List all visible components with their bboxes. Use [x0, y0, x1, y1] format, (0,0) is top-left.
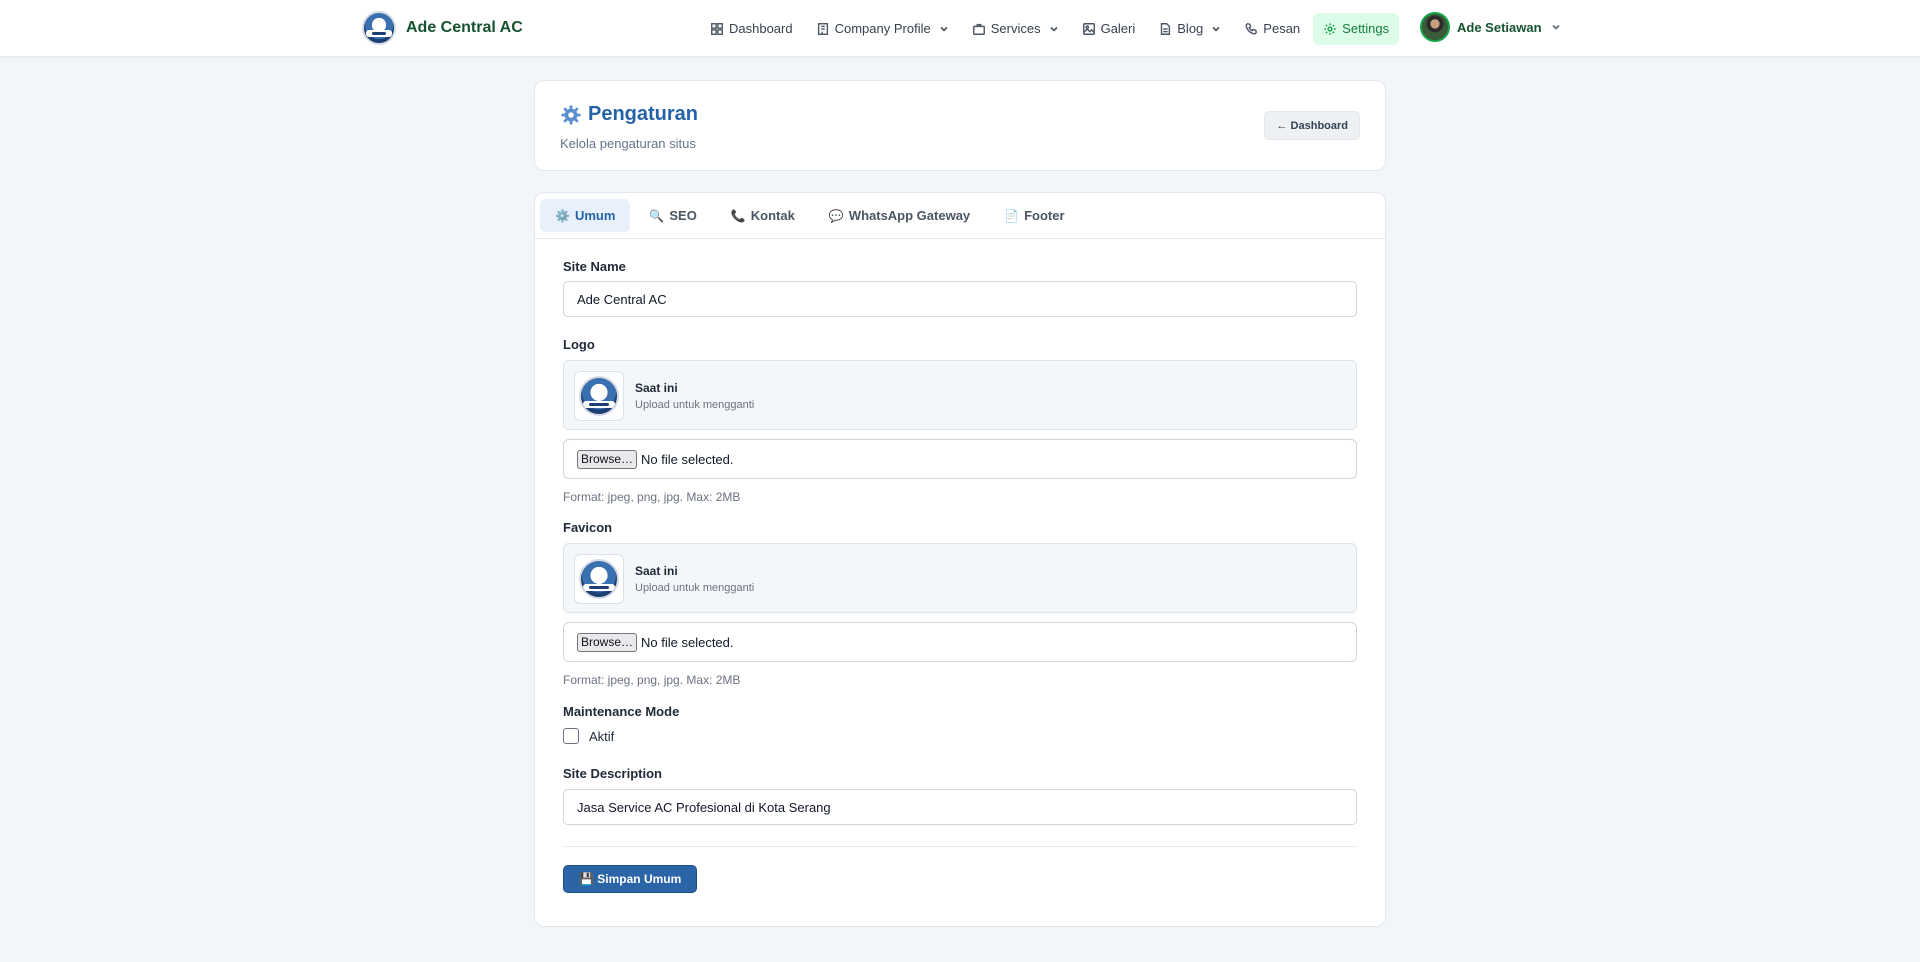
- site-description-label: Site Description: [563, 766, 662, 781]
- site-name-label: Site Name: [563, 259, 626, 274]
- favicon-file-input[interactable]: Browse… No file selected.: [563, 622, 1357, 662]
- settings-card: ⚙️ Umum 🔍 SEO 📞 Kontak 💬 WhatsApp Gatewa…: [534, 192, 1386, 927]
- nav-item-settings[interactable]: Settings: [1313, 12, 1400, 45]
- main-nav: Dashboard Company Profile Services Galer…: [700, 0, 1402, 57]
- document-icon: [1161, 22, 1171, 35]
- brand-name: Ade Central AC: [406, 19, 523, 36]
- nav-item-galeri[interactable]: Galeri: [1072, 13, 1146, 45]
- brand[interactable]: Ade Central AC: [362, 11, 523, 45]
- tab-label: WhatsApp Gateway: [848, 208, 971, 223]
- site-description-input[interactable]: Jasa Service AC Profesional di Kota Sera…: [563, 789, 1357, 825]
- page-title: Pengaturan: [560, 103, 698, 126]
- nav-item-label: Services: [990, 21, 1041, 36]
- favicon-format-hint: Format: jpeg, png, jpg. Max: 2MB: [563, 673, 741, 687]
- page-title-text: Pengaturan: [588, 103, 699, 125]
- settings-tabs: ⚙️ Umum 🔍 SEO 📞 Kontak 💬 WhatsApp Gatewa…: [535, 193, 1385, 239]
- phone-icon: [1245, 22, 1258, 35]
- maintenance-checkbox[interactable]: [563, 728, 579, 744]
- tab-label: SEO: [669, 208, 697, 223]
- gear-icon: [561, 104, 581, 125]
- tab-footer[interactable]: 📄 Footer: [989, 199, 1079, 232]
- page-subtitle: Kelola pengaturan situs: [560, 136, 696, 151]
- avatar: [1420, 12, 1450, 42]
- maintenance-checkbox-label: Aktif: [589, 728, 615, 744]
- favicon-browse-button[interactable]: Browse…: [577, 632, 638, 652]
- grid-icon: [711, 22, 723, 35]
- maintenance-toggle[interactable]: Aktif: [563, 728, 614, 744]
- favicon-thumbnail: [574, 554, 624, 604]
- site-name-value: Ade Central AC: [577, 291, 667, 307]
- site-description-value: Jasa Service AC Profesional di Kota Sera…: [577, 799, 831, 815]
- nav-item-blog[interactable]: Blog: [1148, 13, 1231, 45]
- user-menu[interactable]: Ade Setiawan: [1420, 12, 1561, 42]
- magnifier-icon: 🔍: [649, 208, 665, 223]
- chat-bubble-icon: 💬: [828, 208, 844, 223]
- image-icon: [1082, 22, 1095, 35]
- page-header-card: Pengaturan Kelola pengaturan situs ← Das…: [534, 80, 1386, 171]
- chevron-down-icon: [1050, 26, 1058, 32]
- phone-icon: 📞: [730, 208, 746, 223]
- building-icon: [817, 22, 828, 35]
- nav-item-services[interactable]: Services: [962, 13, 1069, 45]
- settings-icon: [1324, 22, 1336, 35]
- nav-item-dashboard[interactable]: Dashboard: [700, 13, 803, 45]
- logo-current-hint: Upload untuk mengganti: [635, 399, 755, 411]
- logo-format-hint: Format: jpeg, png, jpg. Max: 2MB: [563, 490, 741, 504]
- nav-item-label: Dashboard: [729, 21, 793, 36]
- favicon-file-status: No file selected.: [641, 634, 734, 650]
- logo-thumbnail: [574, 371, 624, 421]
- nav-item-label: Blog: [1177, 21, 1204, 36]
- favicon-current-hint: Upload untuk mengganti: [635, 582, 755, 594]
- chevron-down-icon: [940, 26, 948, 32]
- tab-umum[interactable]: ⚙️ Umum: [540, 199, 631, 232]
- gear-icon: ⚙️: [555, 208, 570, 223]
- logo-browse-button[interactable]: Browse…: [577, 449, 638, 469]
- logo-current-title: Saat ini: [635, 381, 678, 395]
- tab-whatsapp-gateway[interactable]: 💬 WhatsApp Gateway: [814, 199, 985, 232]
- top-navbar: Ade Central AC Dashboard Company Profile…: [0, 0, 1920, 57]
- tab-label: Umum: [574, 208, 616, 223]
- logo-file-status: No file selected.: [641, 451, 734, 467]
- nav-item-label: Company Profile: [834, 21, 931, 36]
- logo-label: Logo: [563, 337, 595, 352]
- nav-item-company-profile[interactable]: Company Profile: [806, 13, 959, 45]
- chevron-down-icon: [1551, 24, 1560, 30]
- nav-item-label: Galeri: [1100, 21, 1136, 36]
- tab-label: Footer: [1024, 208, 1065, 223]
- user-name: Ade Setiawan: [1457, 19, 1542, 35]
- page-icon: 📄: [1004, 208, 1020, 223]
- tab-seo[interactable]: 🔍 SEO: [634, 199, 711, 232]
- nav-item-pesan[interactable]: Pesan: [1234, 13, 1310, 45]
- chevron-down-icon: [1212, 26, 1220, 32]
- maintenance-label: Maintenance Mode: [563, 704, 680, 719]
- tab-label: Kontak: [750, 208, 795, 223]
- favicon-current-title: Saat ini: [635, 564, 678, 578]
- site-name-input[interactable]: Ade Central AC: [563, 281, 1357, 317]
- logo-file-input[interactable]: Browse… No file selected.: [563, 439, 1357, 479]
- back-to-dashboard-button[interactable]: ← Dashboard: [1264, 111, 1360, 140]
- brand-logo: [362, 11, 396, 45]
- logo-preview: Saat ini Upload untuk mengganti: [563, 360, 1357, 430]
- nav-item-label: Pesan: [1263, 21, 1301, 36]
- favicon-preview: Saat ini Upload untuk mengganti: [563, 543, 1357, 613]
- nav-item-label: Settings: [1342, 21, 1390, 36]
- form-divider: [563, 846, 1357, 847]
- favicon-label: Favicon: [563, 520, 613, 535]
- save-general-button[interactable]: 💾 Simpan Umum: [563, 865, 698, 893]
- briefcase-icon: [972, 23, 985, 35]
- tab-kontak[interactable]: 📞 Kontak: [716, 199, 810, 232]
